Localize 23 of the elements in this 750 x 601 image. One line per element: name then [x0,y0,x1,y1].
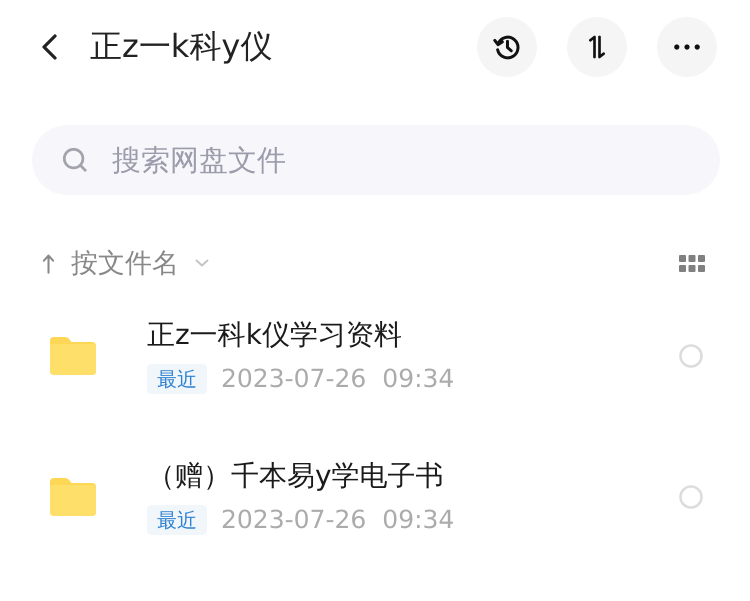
select-radio[interactable] [679,484,703,508]
folder-title: 正z一k科y仪 [90,26,272,67]
search-icon [62,147,88,173]
back-icon[interactable] [40,34,58,60]
folder-icon [50,478,96,516]
sort-order-icon [587,34,607,60]
grid-view-icon[interactable] [679,254,705,272]
more-icon [674,44,700,50]
sort-by-name-button[interactable]: 按文件名 [42,245,209,281]
file-name: （赠）千本易y学电子书 [147,458,445,492]
file-row[interactable]: （赠）千本易y学电子书 最近 2023-07-26 09:34 [0,426,750,567]
modified-date: 2023-07-26 [221,505,366,534]
file-row[interactable]: 正z一科k仪学习资料 最近 2023-07-26 09:34 [0,285,750,426]
file-name: 正z一科k仪学习资料 [147,318,403,352]
modified-date: 2023-07-26 [221,364,366,393]
recent-tag: 最近 [147,504,207,534]
folder-icon [50,336,96,374]
recent-tag: 最近 [147,364,207,394]
search-field[interactable]: 搜索网盘文件 [32,125,720,195]
select-radio[interactable] [679,344,703,368]
chevron-down-icon [195,259,209,267]
modified-time: 09:34 [382,364,454,393]
modified-time: 09:34 [382,505,454,534]
